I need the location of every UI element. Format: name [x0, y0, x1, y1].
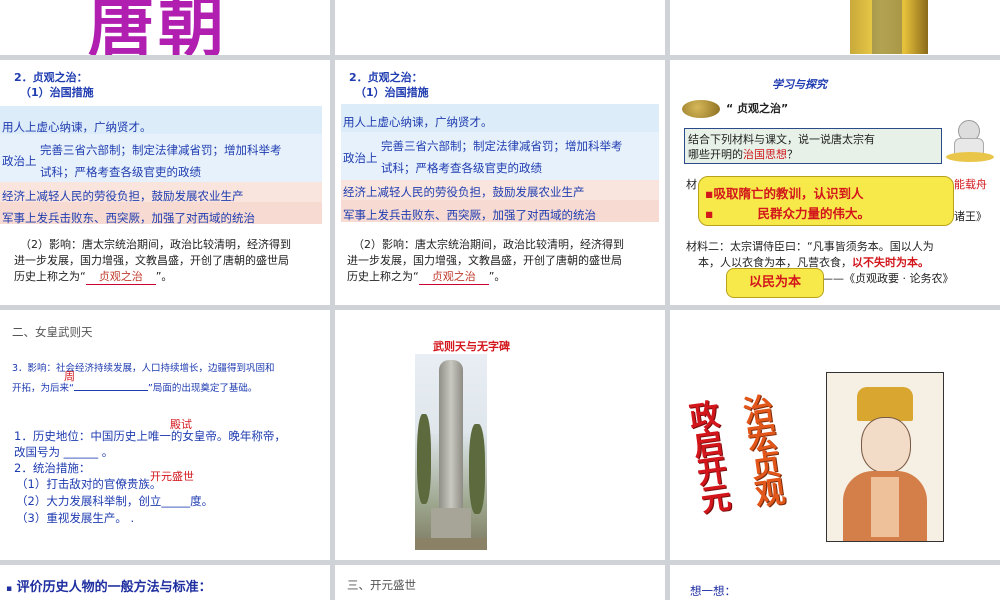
impact-line2: 开拓，为后来“ ”局面的出现奠定了基础。: [12, 383, 258, 394]
float-zhou: 周: [64, 370, 75, 383]
slide-emperor[interactable]: [670, 0, 1000, 55]
thinker-icon: [946, 116, 994, 162]
impact-line2: 进一步发展，国力增强，文教昌盛，开创了唐朝的盛世局: [14, 254, 289, 267]
row-politics-a: 完善三省六部制；制定法律减省罚；增加科举考: [381, 139, 623, 153]
emperor-portrait: [850, 0, 928, 54]
bubble-line2: ▪ 民群众力量的伟大。: [705, 206, 870, 221]
row-economy: 经济上减轻人民的劳役负担，鼓励发展农业生产: [2, 189, 244, 203]
row-politics-b: 试科；严格考查各级官吏的政绩: [381, 161, 542, 175]
material1-end: 诸王》: [954, 210, 987, 223]
grain-icon: [682, 100, 720, 118]
material2-source: ——《贞观政要 · 论务农》: [822, 272, 954, 285]
answer-bubble-2: 以民为本: [726, 268, 824, 298]
explore-title: 学习与探究: [772, 78, 827, 91]
topic-title: “ 贞观之治”: [726, 102, 789, 115]
impact-post: ”。: [488, 270, 506, 283]
impact-post: ”。: [155, 270, 173, 283]
empress-portrait: [826, 372, 944, 542]
row-people: 用人上虚心纳谏，广纳贤才。: [2, 120, 152, 134]
big-title: 唐朝: [88, 0, 228, 55]
kaiyuan-text: 三、开元盛世: [347, 578, 416, 592]
heading: 2．贞观之治：: [14, 71, 88, 84]
impact-line1: （2）影响：唐太宗统治期间，政治比较清明，经济得到: [20, 238, 291, 251]
material2-line1: 材料二：太宗谓侍臣曰：“凡事皆须务本。国以人为: [686, 240, 934, 253]
impact-fill: 贞观之治: [85, 268, 156, 285]
impact-line1: 3．影响：社会经济持续发展，人口持续增长，边疆得到巩固和: [12, 363, 275, 374]
prompt2-pre: 哪些开明的: [688, 148, 743, 161]
position-line1: 1．历史地位：中国历史上唯一的女皇帝。晚年称帝，: [14, 429, 286, 443]
row-politics-a: 完善三省六部制；制定法律减省罚；增加科举考: [40, 143, 282, 157]
impact-line3: 历史上称之为“ 贞观之治”。: [347, 268, 505, 285]
prompt-line2: 哪些开明的治国思想？: [688, 146, 798, 162]
slide-think[interactable]: 想一想：: [670, 565, 1000, 600]
impact-line2: 进一步发展，国力增强，文教昌盛，开创了唐朝的盛世局: [347, 254, 622, 267]
slide-blank[interactable]: [335, 0, 665, 55]
impact-pre: 历史上称之为“: [347, 270, 419, 283]
think-text: 想一想：: [690, 584, 736, 598]
slide-wuzetian[interactable]: 二、女皇武则天 3．影响：社会经济持续发展，人口持续增长，边疆得到巩固和 开拓，…: [0, 310, 330, 560]
slide-zhenguan-a[interactable]: 2．贞观之治： （1）治国措施 用人上虚心纳谏，广纳贤才。 政治上 完善三省六部…: [0, 60, 330, 305]
heading: 2．贞观之治：: [349, 71, 423, 84]
slide-explore[interactable]: 学习与探究 “ 贞观之治” 结合下列材料与课文，说一说唐太宗有 哪些开明的治国思…: [670, 60, 1000, 305]
slide-stele[interactable]: 武则天与无字碑: [335, 310, 665, 560]
sub-heading: （1）治国措施: [355, 86, 429, 99]
impact-pre: 历史上称之为“: [14, 270, 86, 283]
row-military: 军事上发兵击败东、西突厥，加强了对西域的统治: [343, 208, 596, 222]
answer-bubble-1: ▪吸取隋亡的教训，认识到人 ▪ 民群众力量的伟大。: [698, 176, 954, 226]
measure-2: （2）大力发展科举制，创立_____度。: [16, 494, 214, 508]
prompt2-red: 治国思想: [743, 148, 787, 161]
row-people: 用人上虚心纳谏，广纳贤才。: [343, 115, 493, 129]
stele-caption: 武则天与无字碑: [433, 340, 510, 353]
row-politics-label: 政治上: [343, 151, 378, 165]
slide-evaluate[interactable]: ▪ 评价历史人物的一般方法与标准：: [0, 565, 330, 600]
material1-left: 材: [686, 178, 697, 191]
slide-zhenguan-b[interactable]: 2．贞观之治： （1）治国措施 用人上虚心纳谏，广纳贤才。 政治上 完善三省六部…: [335, 60, 665, 305]
position-line2: 改国号为 ______ 。: [14, 445, 114, 459]
prompt2-post: ？: [787, 148, 798, 161]
section-title: 二、女皇武则天: [12, 325, 93, 339]
measures-head: 2．统治措施：: [14, 461, 91, 475]
slide-portrait[interactable]: 政启开元 治宏贞观: [670, 310, 1000, 560]
prompt-line1: 结合下列材料与课文，说一说唐太宗有: [688, 133, 875, 146]
measure-3: （3）重视发展生产。 .: [16, 511, 135, 525]
slide-title[interactable]: 唐朝: [0, 0, 330, 55]
impact-line3: 历史上称之为“ 贞观之治”。: [14, 268, 172, 285]
slide-kaiyuan[interactable]: 三、开元盛世: [335, 565, 665, 600]
material1-right: 能载舟: [954, 178, 987, 191]
row-politics-label: 政治上: [2, 154, 37, 168]
stele-photo: [415, 354, 487, 550]
impact-fill: 贞观之治: [418, 268, 489, 285]
measure-1: （1）打击敌对的官僚贵族。: [16, 477, 162, 491]
bubble-line1: ▪吸取隋亡的教训，认识到人: [705, 186, 864, 201]
evaluate-text: ▪ 评价历史人物的一般方法与标准：: [6, 580, 212, 595]
sub-heading: （1）治国措施: [20, 86, 94, 99]
row-economy: 经济上减轻人民的劳役负担，鼓励发展农业生产: [343, 185, 585, 199]
art-text-left: 治宏贞观: [735, 392, 786, 508]
art-text-right: 政启开元: [681, 398, 732, 514]
row-politics-b: 试科；严格考查各级官吏的政绩: [40, 165, 201, 179]
impact-line1: （2）影响：唐太宗统治期间，政治比较清明，经济得到: [353, 238, 624, 251]
row-military: 军事上发兵击败东、西突厥，加强了对西域的统治: [2, 211, 255, 225]
